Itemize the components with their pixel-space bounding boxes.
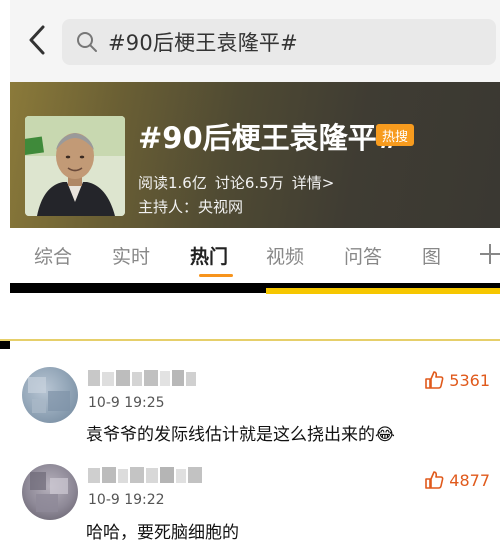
hot-badge: 热搜 <box>376 124 414 146</box>
like-button[interactable]: 4877 <box>424 470 490 490</box>
laughing-emoji-icon: 😂 <box>375 425 395 445</box>
topic-banner: #90后梗王袁隆平# 热搜 阅读1.6亿 讨论6.5万 详情> 主持人：央视网 <box>10 82 500 228</box>
tab-general[interactable]: 综合 <box>34 242 72 269</box>
topic-stats: 阅读1.6亿 讨论6.5万 详情> <box>138 172 342 193</box>
topic-host: 主持人：央视网 <box>138 198 244 216</box>
tab-image[interactable]: 图 <box>422 242 441 269</box>
discuss-count: 讨论6.5万 <box>214 174 284 192</box>
back-button[interactable] <box>22 22 52 58</box>
top-bar: #90后梗王袁隆平# <box>10 0 500 82</box>
avatar[interactable] <box>22 367 78 423</box>
thumbs-up-icon <box>425 371 444 389</box>
portrait-image <box>25 116 125 216</box>
comment-item: 10-9 19:22 4877 哈哈，要死脑细胞的 <box>10 450 500 550</box>
blurred-avatar-image <box>28 377 70 413</box>
thumbs-up-icon <box>425 471 444 489</box>
like-count: 5361 <box>449 370 490 390</box>
read-count: 阅读1.6亿 <box>138 174 207 192</box>
like-button[interactable]: 5361 <box>424 370 490 390</box>
active-tab-indicator <box>199 274 233 277</box>
tab-realtime[interactable]: 实时 <box>112 242 150 269</box>
tab-video[interactable]: 视频 <box>266 242 304 269</box>
like-count: 4877 <box>449 470 490 490</box>
avatar[interactable] <box>22 464 78 520</box>
blurred-username[interactable] <box>88 368 198 388</box>
topic-avatar[interactable] <box>25 116 125 216</box>
topic-title: #90后梗王袁隆平# <box>138 121 401 155</box>
blurred-avatar-image <box>30 472 68 512</box>
plus-icon[interactable] <box>478 236 500 272</box>
search-query: #90后梗王袁隆平# <box>108 31 298 55</box>
back-arrow-icon <box>29 25 45 55</box>
tab-hot[interactable]: 热门 <box>190 242 228 269</box>
tab-bar: 综合 实时 热门 视频 问答 图 <box>10 228 500 283</box>
blurred-username[interactable] <box>88 465 210 485</box>
comment-time: 10-9 19:22 <box>88 492 165 508</box>
comment-item: 10-9 19:25 5361 袁爷爷的发际线估计就是这么挠出来的😂 <box>10 355 500 450</box>
comment-text: 袁爷爷的发际线估计就是这么挠出来的😂 <box>86 420 395 445</box>
comment-text: 哈哈，要死脑细胞的 <box>86 523 239 543</box>
frame-edge <box>0 341 10 349</box>
tab-qa[interactable]: 问答 <box>344 242 382 269</box>
detail-link[interactable]: 详情> <box>292 174 335 192</box>
search-icon <box>77 32 97 52</box>
search-input[interactable]: #90后梗王袁隆平# <box>62 19 496 65</box>
comment-time: 10-9 19:25 <box>88 395 165 411</box>
divider-line <box>0 339 500 341</box>
topic-screen: #90后梗王袁隆平# #90后梗王袁隆平# 热搜 阅读1.6亿 讨论6.5万 详情> <box>10 0 500 293</box>
comment-body: 袁爷爷的发际线估计就是这么挠出来的 <box>86 425 375 445</box>
highlight-strip <box>266 288 500 294</box>
